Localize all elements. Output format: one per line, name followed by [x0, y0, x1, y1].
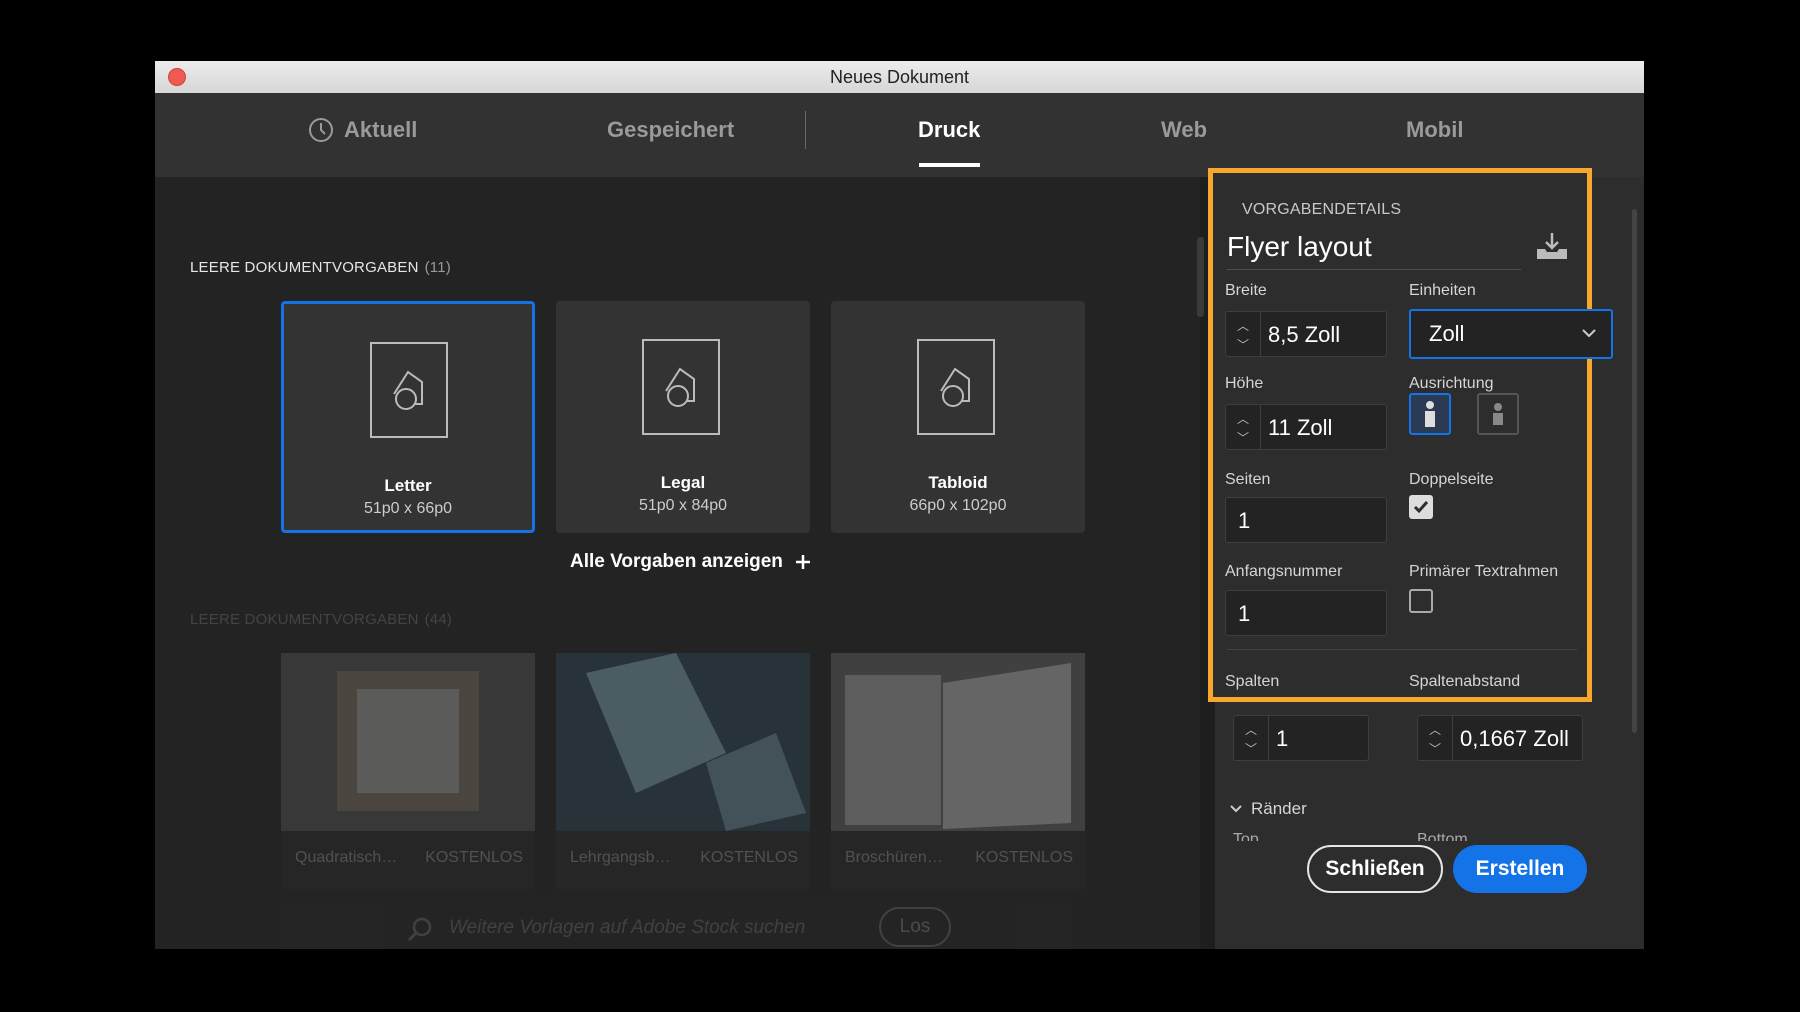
columns-stepper[interactable]: ︿ ﹀	[1234, 716, 1269, 760]
preset-size: 51p0 x 66p0	[363, 500, 453, 517]
margins-cut-labels: Top Bottom	[1233, 831, 1613, 841]
orientation-label: Ausrichtung	[1409, 375, 1494, 392]
primary-text-frame-label: Primärer Textrahmen	[1409, 563, 1559, 580]
start-number-field[interactable]: 1	[1225, 590, 1387, 636]
start-number-label: Anfangsnummer	[1225, 563, 1343, 580]
document-icon	[642, 339, 720, 435]
new-document-dialog: Neues Dokument Aktuell Gespeichert Druck…	[155, 61, 1644, 949]
gutter-label: Spaltenabstand	[1409, 673, 1521, 690]
margin-bottom-label: Bottom	[1417, 831, 1468, 841]
template-thumbnail	[281, 653, 535, 831]
window-title: Neues Dokument	[829, 67, 970, 87]
free-badge: KOSTENLOS	[425, 849, 523, 866]
tab-separator	[805, 111, 806, 149]
tab-aktuell[interactable]: Aktuell	[308, 117, 417, 143]
tab-label: Gespeichert	[607, 117, 735, 142]
primary-text-frame-checkbox[interactable]	[1409, 589, 1433, 613]
tab-label: Web	[1161, 117, 1208, 142]
blank-presets-heading: LEERE DOKUMENTVORGABEN (11)	[190, 259, 451, 276]
preset-name: Legal	[660, 473, 706, 492]
preset-size: 51p0 x 84p0	[638, 497, 728, 514]
width-field[interactable]: ︿ ﹀ 8,5 Zoll	[1225, 311, 1387, 357]
template-name: Broschüren…	[845, 849, 943, 866]
height-field[interactable]: ︿ ﹀ 11 Zoll	[1225, 404, 1387, 450]
create-button[interactable]: Erstellen	[1453, 845, 1587, 893]
stock-template-card[interactable]: Quadratisch… KOSTENLOS	[281, 653, 535, 889]
tab-druck[interactable]: Druck	[918, 117, 980, 143]
orientation-landscape-button[interactable]	[1477, 393, 1519, 435]
preset-card-letter[interactable]: Letter 51p0 x 66p0	[281, 301, 535, 533]
facing-pages-checkbox[interactable]	[1409, 495, 1433, 519]
columns-label: Spalten	[1225, 673, 1280, 690]
margin-top-label: Top	[1233, 831, 1259, 841]
tab-mobil[interactable]: Mobil	[1406, 117, 1463, 143]
gutter-stepper[interactable]: ︿ ﹀	[1418, 716, 1453, 760]
preset-name: Tabloid	[928, 473, 988, 492]
tab-web[interactable]: Web	[1161, 117, 1207, 143]
preset-name: Letter	[384, 476, 432, 495]
preset-card-tabloid[interactable]: Tabloid 66p0 x 102p0	[831, 301, 1085, 533]
details-heading: VORGABENDETAILS	[1242, 201, 1402, 218]
facing-pages-label: Doppelseite	[1409, 471, 1494, 488]
height-label: Höhe	[1225, 375, 1264, 392]
stock-presets-heading: LEERE DOKUMENTVORGABEN (44)	[190, 611, 453, 628]
show-all-presets-link[interactable]: Alle Vorgaben anzeigen	[570, 551, 811, 573]
save-preset-icon[interactable]	[1535, 231, 1569, 261]
tab-gespeichert[interactable]: Gespeichert	[607, 117, 734, 143]
free-badge: KOSTENLOS	[975, 849, 1073, 866]
active-tab-indicator	[919, 163, 980, 167]
chevron-down-icon	[1230, 805, 1242, 813]
details-scrollbar[interactable]	[1632, 209, 1637, 733]
preset-card-legal[interactable]: Legal 51p0 x 84p0	[556, 301, 810, 533]
preset-size: 66p0 x 102p0	[909, 497, 1007, 514]
template-thumbnail	[831, 653, 1085, 831]
pages-field[interactable]: 1	[1225, 497, 1387, 543]
landscape-icon	[1493, 403, 1503, 425]
template-name: Quadratisch…	[295, 849, 398, 866]
width-label: Breite	[1225, 282, 1267, 299]
preset-name-input[interactable]: Flyer layout	[1227, 231, 1521, 270]
document-icon	[917, 339, 995, 435]
pages-label: Seiten	[1225, 471, 1271, 488]
details-divider	[1227, 649, 1577, 650]
columns-field[interactable]: ︿ ﹀ 1	[1233, 715, 1369, 761]
units-label: Einheiten	[1409, 282, 1476, 299]
margins-section-toggle[interactable]: Ränder	[1229, 799, 1307, 819]
width-stepper[interactable]: ︿ ﹀	[1226, 312, 1261, 356]
stock-template-card[interactable]: Lehrgangsb… KOSTENLOS	[556, 653, 810, 889]
close-button[interactable]: Schließen	[1307, 845, 1443, 893]
presets-panel: LEERE DOKUMENTVORGABEN (11) Letter 51p0 x…	[155, 177, 1200, 949]
title-bar: Neues Dokument	[155, 61, 1644, 93]
template-thumbnail	[556, 653, 810, 831]
category-tabs: Aktuell Gespeichert Druck Web Mobil	[155, 93, 1644, 177]
search-input[interactable]: Weitere Vorlagen auf Adobe Stock suchen	[449, 917, 805, 939]
search-icon	[407, 917, 432, 942]
free-badge: KOSTENLOS	[700, 849, 798, 866]
portrait-icon	[1425, 401, 1435, 427]
stock-template-card[interactable]: Broschüren… KOSTENLOS	[831, 653, 1085, 889]
clock-icon	[309, 118, 333, 142]
stock-search-bar: Weitere Vorlagen auf Adobe Stock suchen …	[281, 903, 1071, 949]
tab-label: Aktuell	[344, 117, 418, 142]
tab-label: Mobil	[1406, 117, 1464, 142]
tab-label: Druck	[918, 117, 981, 142]
plus-icon	[795, 555, 810, 569]
document-icon	[370, 342, 448, 438]
height-stepper[interactable]: ︿ ﹀	[1226, 405, 1261, 449]
units-select[interactable]: Zoll	[1409, 309, 1613, 359]
presets-scrollbar[interactable]	[1197, 237, 1204, 317]
preset-details-panel: VORGABENDETAILS Flyer layout Breite Einh…	[1208, 168, 1613, 702]
checkmark-icon	[1413, 501, 1429, 514]
template-name: Lehrgangsb…	[570, 849, 671, 866]
chevron-down-icon	[1582, 329, 1596, 338]
orientation-portrait-button[interactable]	[1409, 393, 1451, 435]
gutter-field[interactable]: ︿ ﹀ 0,1667 Zoll	[1417, 715, 1583, 761]
search-go-button[interactable]: Los	[879, 907, 951, 947]
